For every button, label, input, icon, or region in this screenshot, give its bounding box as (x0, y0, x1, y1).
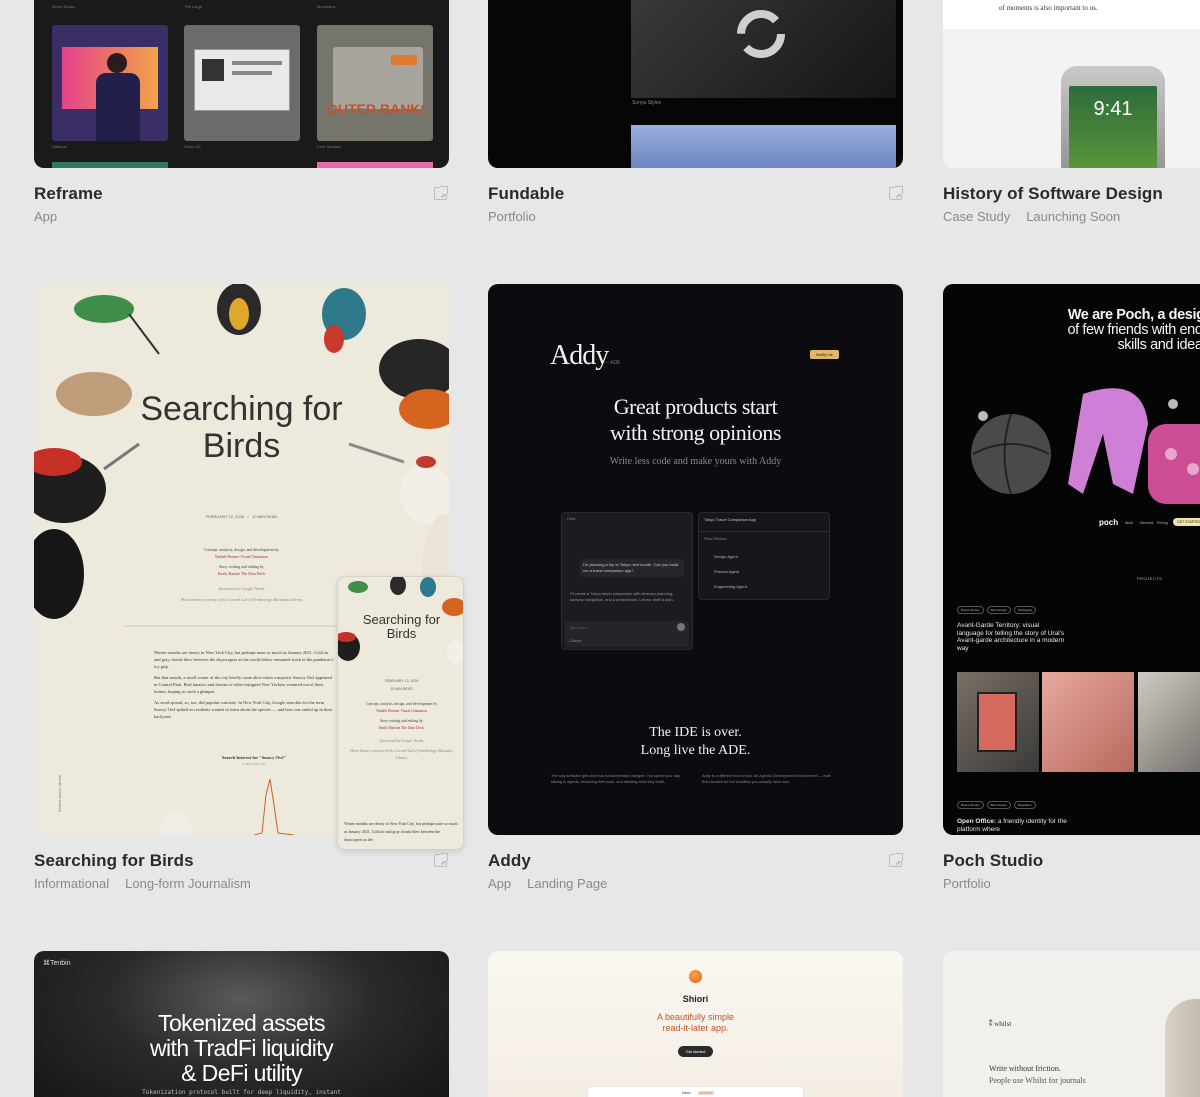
preview-label: The Large (184, 4, 203, 9)
preview-project-text: Open Office: a friendly identity for the… (957, 818, 1067, 833)
preview-text: Write without friction. People use Whils… (989, 1064, 1086, 1085)
tag[interactable]: Informational (34, 876, 109, 891)
preview-image (631, 0, 896, 98)
preview-project-text: Avant-Garde Territory: visual language f… (957, 622, 1065, 652)
preview-y-label: Relative search interest (58, 775, 62, 812)
preview-text: of moments is also important to us. (999, 4, 1098, 12)
chat-input[interactable]: Type here Claude (565, 621, 689, 647)
preview-logo: Addy (550, 340, 609, 371)
preview-subhead: Write less code and make yours with Addy (609, 456, 782, 467)
phone-time: 9:41 (1093, 98, 1133, 120)
preview-project-image (1042, 672, 1134, 772)
iphone-icon: 9:41 (1061, 66, 1165, 168)
preview-thumb-text: OUTER BANKS (327, 101, 425, 117)
card-history-preview[interactable]: of moments is also important to us. 9:41 (943, 0, 1200, 168)
preview-thumb-stone (184, 25, 300, 141)
mobile-credits: Concept, analysis, design, and developme… (350, 702, 453, 760)
tag[interactable]: Portfolio (488, 209, 536, 224)
preview-thumb-halftone (52, 25, 168, 141)
preview-app-window: Inbox Archive (588, 1087, 803, 1097)
tag[interactable]: App (488, 876, 511, 891)
preview-label: Mountains (317, 4, 336, 9)
mobile-preview[interactable]: Searching for Birds FEBRUARY 12, 2026 10… (337, 576, 464, 850)
preview-chips: Brand Identity Web Design Illustration (957, 801, 1036, 809)
shiori-logo-icon (689, 970, 702, 983)
notify-button[interactable]: Notify me (810, 350, 839, 359)
tag[interactable]: Case Study (943, 209, 1010, 224)
card-reframe-preview[interactable]: Movie Studio The Large Mountains OUTER B… (34, 0, 449, 168)
card-tags: App (34, 209, 57, 224)
preview-label: Fern Shadow (317, 144, 341, 149)
card-shiori-preview[interactable]: Shiori A beautifully simple read-it-late… (488, 951, 903, 1097)
preview-tagline: A beautifully simple read-it-later app. (656, 1012, 735, 1033)
preview-project-image (1138, 672, 1200, 772)
card-title[interactable]: Fundable (488, 184, 564, 204)
card-tenbin-preview[interactable]: ⌘Tenbin Tokenized assets with TradFi liq… (34, 951, 449, 1097)
preview-sparkline (254, 778, 294, 835)
external-link-icon[interactable] (434, 853, 448, 867)
card-tags: Case Study Launching Soon (943, 209, 1120, 224)
external-link-icon[interactable] (889, 853, 903, 867)
card-fundable-preview[interactable]: Sonya Styles (488, 0, 903, 168)
card-title[interactable]: Poch Studio (943, 851, 1043, 871)
preview-nav: poch Work Services Pricing GET STARTED (943, 518, 1200, 530)
card-poch-preview[interactable]: We are Poch, a design of few friends wit… (943, 284, 1200, 835)
tag[interactable]: Portfolio (943, 876, 991, 891)
mobile-body: Winter months are dreary in New York Cit… (344, 821, 458, 842)
preview-headline: Tokenized assets with TradFi liquidity &… (150, 1010, 334, 1086)
send-icon[interactable] (677, 623, 685, 631)
preview-thumb-fern: OUTER BANKS (317, 25, 433, 141)
preview-agents-panel: Tokyo Travel Companion App Plan Review D… (698, 512, 830, 600)
preview-chart-title: Search Interest for "Snowy Owl" (222, 755, 286, 760)
preview-name: Shiori (682, 994, 709, 1004)
preview-headline: Searching for Birds (140, 390, 343, 465)
preview-headline: We are Poch, a design of few friends wit… (1067, 307, 1200, 353)
tag[interactable]: Long-form Journalism (125, 876, 251, 891)
preview-chips: Brand Identity Web Design Packaging (957, 606, 1036, 614)
preview-logo: ⁑ whilst (989, 1020, 1012, 1028)
preview-logo: ⌘Tenbin (43, 960, 71, 967)
card-addy-preview[interactable]: Addy — ADE Notify me Great products star… (488, 284, 903, 835)
preview-label: Stone 2D (184, 144, 201, 149)
card-tags: App Landing Page (488, 876, 607, 891)
preview-dateline: FEBRUARY 12, 2026 • 10 MIN READ (205, 514, 278, 519)
preview-footer-right: Addy is a different kind of tool. An Age… (702, 774, 831, 784)
tag[interactable]: App (34, 209, 57, 224)
card-tags: Portfolio (943, 876, 991, 891)
card-tags: Portfolio (488, 209, 536, 224)
preview-image (631, 125, 896, 168)
preview-image (1165, 999, 1200, 1097)
preview-section-label: PROJECTS (1137, 576, 1163, 581)
preview-credits: Concept, analysis, design, and developme… (180, 547, 303, 602)
preview-body: Winter months are dreary in New York Cit… (154, 650, 334, 719)
tag[interactable]: Landing Page (527, 876, 607, 891)
get-started-button[interactable]: GET STARTED (1173, 518, 1200, 526)
preview-chat-panel: Chat I'm planning a trip to Tokyo next m… (561, 512, 693, 650)
preview-footer-left: The way software gets built has fundamen… (551, 774, 680, 784)
poch-3d-objects (971, 388, 1200, 504)
card-title[interactable]: History of Software Design (943, 184, 1163, 204)
card-whilst-preview[interactable]: ⁑ whilst Write without friction. People … (943, 951, 1200, 1097)
preview-label: Halftone (52, 144, 67, 149)
get-started-button[interactable]: Get started (678, 1046, 713, 1057)
preview-logo-sub: — ADE (604, 360, 621, 366)
preview-tagline: The IDE is over. Long live the ADE. (640, 725, 751, 758)
preview-project-image (957, 672, 1039, 772)
card-title[interactable]: Reframe (34, 184, 103, 204)
preview-sub: Tokenization protocol built for deep liq… (142, 1089, 341, 1096)
card-title[interactable]: Addy (488, 851, 531, 871)
preview-headline: Great products start with strong opinion… (610, 394, 781, 445)
mobile-headline: Searching for Birds (362, 612, 441, 641)
preview-label: Movie Studio (52, 4, 76, 9)
tag[interactable]: Launching Soon (1026, 209, 1120, 224)
mobile-dateline: FEBRUARY 12, 2026 10 MIN READ (384, 679, 419, 691)
external-link-icon[interactable] (434, 186, 448, 200)
card-tags: Informational Long-form Journalism (34, 876, 251, 891)
preview-caption: Sonya Styles (632, 100, 662, 106)
external-link-icon[interactable] (889, 186, 903, 200)
card-title[interactable]: Searching for Birds (34, 851, 194, 871)
fundable-logo-icon (737, 10, 785, 58)
preview-chart-sub: in New York City (242, 762, 266, 766)
